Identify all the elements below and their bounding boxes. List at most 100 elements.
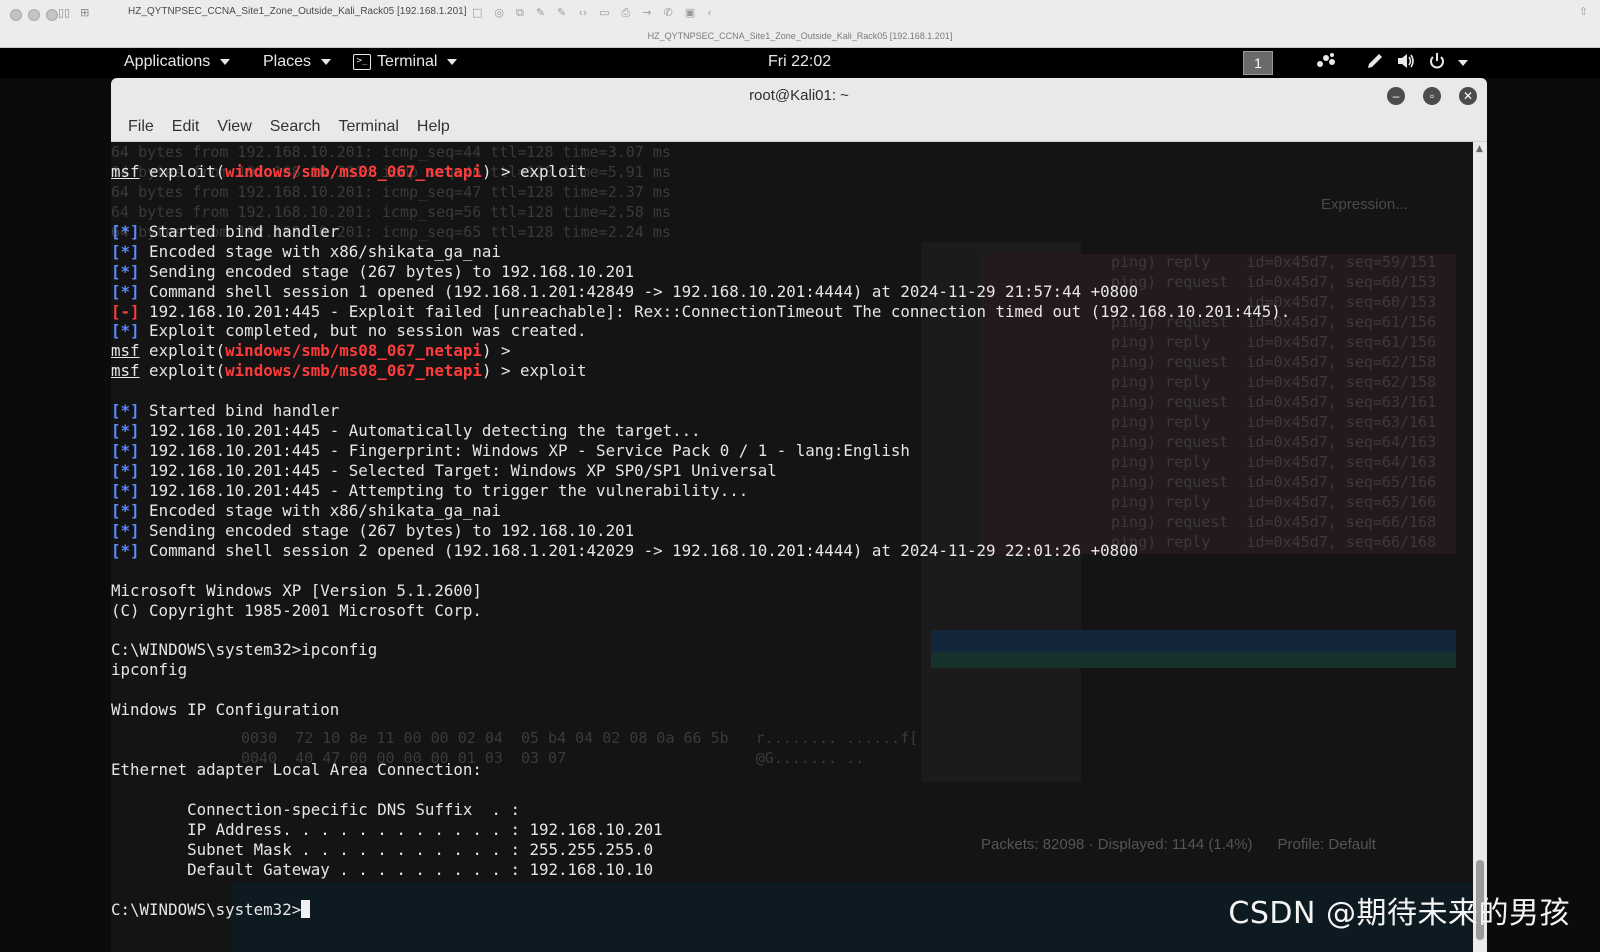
sidebar-icon[interactable]: ▯▯ — [58, 6, 70, 19]
terminal-icon: >_ — [353, 54, 371, 70]
console-line: [*] Sending encoded stage (267 bytes) to… — [111, 262, 1290, 282]
console-text: ipconfig — [111, 660, 188, 680]
msf-prompt: msf — [111, 161, 140, 181]
status-tag-info: [*] — [111, 441, 140, 461]
terminal-titlebar[interactable]: root@Kali01: ~ – ▫ ✕ — [111, 78, 1487, 113]
host-window-titlebar: ▯▯ ⊞ HZ_QYTNPSEC_CCNA_Site1_Zone_Outside… — [0, 0, 1600, 48]
drive-icon[interactable]: ▭ — [599, 6, 609, 20]
host-toolbar-left: ▯▯ ⊞ — [58, 6, 89, 19]
workspace-indicator[interactable]: 1 — [1243, 51, 1273, 75]
menu-terminal[interactable]: Terminal — [329, 118, 407, 136]
module-name: windows/smb/ms08_067_netapi — [225, 361, 482, 381]
terminal-menubar: File Edit View Search Terminal Help — [111, 113, 1487, 142]
console-text: 192.168.10.201:445 - Fingerprint: Window… — [139, 441, 910, 461]
menu-file[interactable]: File — [119, 118, 163, 136]
system-menu-chevron-icon[interactable] — [1458, 60, 1468, 66]
module-name: windows/smb/ms08_067_netapi — [225, 341, 482, 361]
close-icon[interactable]: ✕ — [1459, 87, 1477, 105]
console-text: (C) Copyright 1985-2001 Microsoft Corp. — [111, 600, 482, 620]
chevron-down-icon — [447, 59, 458, 65]
status-tag-info: [*] — [111, 261, 140, 281]
applications-label: Applications — [124, 53, 211, 70]
pen-tool-icon[interactable] — [1366, 52, 1384, 70]
console-text: Subnet Mask . . . . . . . . . . . : 255.… — [111, 839, 654, 859]
snapshot-icon[interactable]: ◎ — [494, 6, 504, 20]
console-line: C:\WINDOWS\system32> — [111, 899, 1290, 920]
console-line: [*] 192.168.10.201:445 - Automatically d… — [111, 421, 1290, 441]
network-icon[interactable]: ⧉ — [516, 6, 524, 20]
console-line: ipconfig — [111, 660, 1290, 680]
console-line: msf exploit(windows/smb/ms08_067_netapi)… — [111, 341, 1290, 361]
background-expression-button: Expression... — [1321, 196, 1408, 213]
maximize-icon[interactable]: ▫ — [1423, 87, 1441, 105]
console-line: Ethernet adapter Local Area Connection: — [111, 760, 1290, 780]
status-tag-info: [*] — [111, 461, 140, 480]
window-controls[interactable] — [10, 9, 58, 21]
console-line: [*] Command shell session 2 opened (192.… — [111, 541, 1290, 561]
console-text: ) > — [481, 341, 511, 361]
menu-help[interactable]: Help — [408, 118, 459, 136]
console-text: 192.168.10.201:445 - Automatically detec… — [139, 421, 701, 441]
console-text: C:\WINDOWS\system32>ipconfig — [111, 640, 378, 660]
terminal-scrollbar[interactable]: ▲ — [1473, 142, 1487, 952]
status-tag-info: [*] — [111, 540, 140, 560]
status-tag-info: [*] — [111, 480, 140, 500]
chevron-down-icon — [321, 59, 332, 65]
minimize-icon[interactable]: – — [1387, 87, 1405, 105]
terminal-app-menu[interactable]: >_ Terminal — [353, 53, 458, 71]
stop-icon[interactable]: □ — [472, 6, 482, 20]
scroll-up-icon[interactable]: ▲ — [1476, 144, 1483, 154]
status-tag-info: [*] — [111, 281, 140, 301]
terminal-window: root@Kali01: ~ – ▫ ✕ File Edit View Sear… — [111, 78, 1487, 952]
zoom-dot-icon[interactable] — [46, 9, 58, 21]
console-line: (C) Copyright 1985-2001 Microsoft Corp. — [111, 601, 1290, 621]
code-icon[interactable]: ‹› — [578, 6, 587, 20]
clock[interactable]: Fri 22:02 — [768, 53, 831, 71]
gnome-top-bar: Applications Places >_ Terminal Fri 22:0… — [0, 48, 1600, 78]
applications-menu[interactable]: Applications — [124, 53, 231, 71]
console-line: IP Address. . . . . . . . . . . . : 192.… — [111, 820, 1290, 840]
console-text: C:\WINDOWS\system32> — [111, 899, 302, 919]
menu-search[interactable]: Search — [261, 118, 330, 136]
settings-icon[interactable]: ✎ — [536, 6, 545, 20]
menu-edit[interactable]: Edit — [163, 118, 209, 136]
arrow-icon[interactable]: → — [642, 6, 651, 20]
host-tab-title[interactable]: HZ_QYTNPSEC_CCNA_Site1_Zone_Outside_Kali… — [128, 6, 467, 17]
menu-view[interactable]: View — [208, 118, 260, 136]
console-text: Windows IP Configuration — [111, 700, 340, 720]
close-dot-icon[interactable] — [10, 9, 22, 21]
console-line: [*] Started bind handler — [111, 401, 1290, 421]
terminal-output-area[interactable]: Expression... 64 bytes from 192.168.10.2… — [111, 142, 1473, 952]
vm-library-icon[interactable]: ⊞ — [80, 6, 89, 19]
volume-icon[interactable] — [1396, 52, 1416, 70]
console-line: [*] 192.168.10.201:445 - Selected Target… — [111, 461, 1290, 481]
console-text: ) > exploit — [481, 361, 587, 381]
console-text: exploit( — [139, 361, 226, 381]
watermark: CSDN @期待未来的男孩 — [1228, 896, 1570, 931]
phone-icon[interactable]: ✆ — [664, 6, 673, 20]
printer-icon[interactable]: ⎙ — [622, 6, 631, 20]
terminal-console-text: msf exploit(windows/smb/ms08_067_netapi)… — [111, 142, 1290, 920]
places-menu[interactable]: Places — [263, 53, 332, 71]
status-tag-info: [*] — [111, 241, 140, 261]
console-line: [*] Command shell session 1 opened (192.… — [111, 282, 1290, 302]
console-text: Started bind handler — [139, 221, 340, 241]
tools-icon[interactable]: ✎ — [557, 6, 566, 20]
console-text: Default Gateway . . . . . . . . . : 192.… — [111, 859, 654, 879]
display-icon[interactable]: ▣ — [685, 6, 695, 20]
console-line: C:\WINDOWS\system32>ipconfig — [111, 640, 1290, 660]
chevron-left-icon[interactable]: ‹ — [707, 6, 711, 20]
share-icon[interactable]: ⇧ — [1579, 5, 1588, 18]
console-line: [*] Sending encoded stage (267 bytes) to… — [111, 521, 1290, 541]
status-tag-info: [*] — [111, 401, 140, 421]
msf-prompt: msf — [111, 361, 140, 381]
minimize-dot-icon[interactable] — [28, 9, 40, 21]
network-status-icon[interactable] — [1316, 52, 1336, 68]
console-text: Connection-specific DNS Suffix . : — [111, 799, 520, 819]
power-icon[interactable] — [1428, 52, 1446, 70]
console-text: Encoded stage with x86/shikata_ga_nai — [139, 241, 501, 261]
